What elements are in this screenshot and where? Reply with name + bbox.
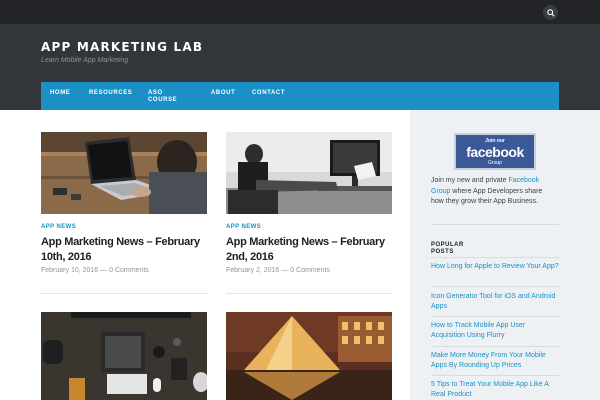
popular-posts-title: POPULAR POSTS (431, 242, 464, 256)
popular-post-link[interactable]: Icon Generator Tool for iOS and Android … (431, 292, 559, 312)
widget-divider (431, 224, 559, 225)
search-button[interactable] (543, 5, 558, 20)
popular-posts-divider (431, 257, 559, 258)
nav-item-aso-course[interactable]: ASO COURSE (148, 90, 177, 104)
post-category[interactable]: APP NEWS (41, 224, 76, 230)
facebook-logo-text: facebook (466, 144, 524, 160)
main-nav: HOME RESOURCES ASO COURSE ABOUT CONTACT (41, 82, 559, 110)
search-icon (546, 8, 555, 17)
post-divider (226, 293, 392, 294)
popular-post-divider (431, 375, 559, 376)
nav-item-resources[interactable]: RESOURCES (89, 90, 132, 97)
popular-post-link[interactable]: 5 Tips to Treat Your Mobile App Like A R… (431, 380, 559, 400)
nav-item-home[interactable]: HOME (50, 90, 70, 97)
nav-item-aso-label: ASO (148, 90, 163, 96)
facebook-join-text: Join my new and private Facebook Group w… (431, 176, 556, 208)
post-title[interactable]: App Marketing News – February 2nd, 2016 (226, 235, 398, 265)
popular-post-divider (431, 316, 559, 317)
site-title[interactable]: APP MARKETING LAB (41, 40, 203, 54)
meta-separator: — (100, 267, 108, 274)
top-bar (0, 0, 600, 24)
meta-separator: — (281, 267, 289, 274)
nav-item-contact[interactable]: CONTACT (252, 90, 285, 97)
popular-post-divider (431, 346, 559, 347)
post-comments-link[interactable]: 0 Comments (109, 267, 149, 274)
post-meta: February 10, 2016 — 0 Comments (41, 267, 149, 274)
facebook-group-label: Group (488, 160, 502, 166)
popular-post-link[interactable]: How Long for Apple to Review Your App? (431, 262, 559, 272)
nav-item-course-label: COURSE (148, 97, 178, 103)
post-title[interactable]: App Marketing News – February 10th, 2016 (41, 235, 213, 265)
post-divider (41, 293, 207, 294)
popular-posts-title-line1: POPULAR (431, 242, 464, 248)
popular-posts-title-line2: POSTS (431, 249, 454, 255)
site-tagline: Learn Mobile App Marketing (41, 57, 129, 64)
post-date: February 10, 2016 (41, 267, 99, 274)
join-text-before: Join my new and private (431, 177, 509, 184)
popular-post-divider (431, 286, 559, 287)
post-category[interactable]: APP NEWS (226, 224, 261, 230)
post-thumbnail-louvre[interactable] (226, 312, 392, 400)
popular-post-link[interactable]: Make More Money From Your Mobile Apps By… (431, 351, 559, 371)
popular-post-link[interactable]: How to Track Mobile App User Acquisition… (431, 321, 559, 341)
post-comments-link[interactable]: 0 Comments (290, 267, 330, 274)
nav-item-about[interactable]: ABOUT (211, 90, 235, 97)
post-thumbnail-desk[interactable] (226, 132, 392, 214)
post-thumbnail-laptop[interactable] (41, 132, 207, 214)
post-date: February 2, 2016 (226, 267, 280, 274)
facebook-group-banner[interactable]: Join our facebook Group (454, 133, 536, 170)
post-thumbnail-workspace[interactable] (41, 312, 207, 400)
post-meta: February 2, 2016 — 0 Comments (226, 267, 330, 274)
